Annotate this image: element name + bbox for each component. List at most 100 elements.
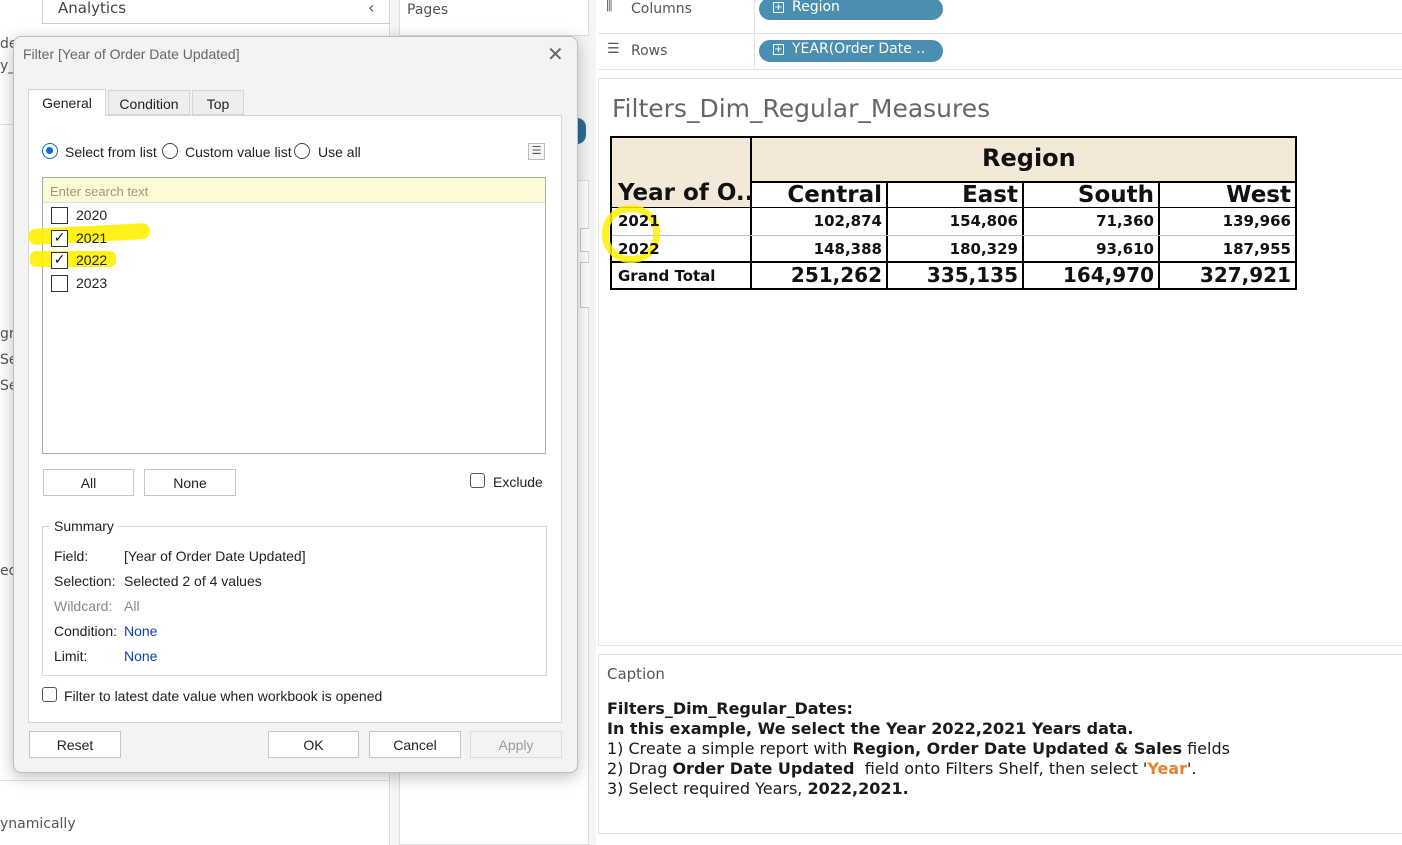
- columns-shelf[interactable]: [598, 0, 1402, 34]
- caption-emphasis: Region, Order Date Updated & Sales: [852, 739, 1182, 758]
- column-header-west: West: [1226, 182, 1291, 208]
- tab-top[interactable]: Top: [192, 90, 244, 115]
- tab-condition[interactable]: Condition: [108, 90, 190, 115]
- wildcard-value: All: [124, 598, 140, 614]
- list-menu-icon[interactable]: ☰: [528, 143, 545, 160]
- region-pill[interactable]: + Region: [759, 0, 943, 20]
- table-cell: 102,874: [813, 212, 882, 230]
- condition-label: Condition:: [54, 623, 118, 639]
- list-item-label[interactable]: 2021: [76, 230, 107, 246]
- card-edge: [580, 228, 589, 252]
- rows-shelf[interactable]: [598, 36, 1402, 70]
- exclude-label[interactable]: Exclude: [493, 474, 543, 490]
- region-header: Region: [982, 144, 1076, 172]
- columns-icon: ⫼: [606, 0, 613, 14]
- caption-text: fields: [1182, 739, 1230, 758]
- table-border: [1295, 136, 1297, 290]
- table-cell: 180,329: [949, 240, 1018, 258]
- none-button[interactable]: None: [144, 469, 236, 496]
- column-header-south: South: [1077, 182, 1154, 208]
- grand-total-cell: 327,921: [1199, 263, 1291, 287]
- selection-label: Selection:: [54, 573, 116, 589]
- condition-value-link[interactable]: None: [124, 623, 157, 639]
- row-separator: [612, 235, 1295, 236]
- ok-button[interactable]: OK: [268, 731, 359, 758]
- row-header: Year of O..: [618, 180, 754, 206]
- table-cell: 93,610: [1096, 240, 1154, 258]
- caption-heading: Filters_Dim_Regular_Dates:: [607, 699, 853, 718]
- rows-icon: ☰: [607, 41, 619, 57]
- table-border: [610, 288, 1297, 290]
- caption-line: 1) Create a simple report with Region, O…: [607, 739, 1230, 758]
- table-cell: 148,388: [813, 240, 882, 258]
- table-border: [750, 136, 752, 290]
- caption-line: In this example, We select the Year 2022…: [607, 719, 1133, 738]
- caption-text: field onto Filters Shelf, then select ': [854, 759, 1148, 778]
- tab-general[interactable]: General: [28, 89, 106, 116]
- caption-text: '.: [1186, 759, 1197, 778]
- caption-label: Caption: [607, 665, 665, 683]
- caption-emphasis: Order Date Updated: [672, 759, 855, 778]
- row-label-2022: 2022: [618, 240, 660, 258]
- limit-label: Limit:: [54, 648, 88, 664]
- divider: [0, 780, 390, 781]
- shelf-divider: [754, 0, 755, 70]
- column-header-east: East: [962, 182, 1018, 208]
- list-item-checkbox[interactable]: [51, 275, 68, 292]
- wildcard-label: Wildcard:: [54, 598, 113, 614]
- summary-title: Summary: [50, 518, 118, 534]
- table-cell: 187,955: [1222, 240, 1291, 258]
- sheet-title: Filters_Dim_Regular_Measures: [612, 94, 991, 123]
- use-all-radio[interactable]: [294, 143, 310, 159]
- year-pill[interactable]: + YEAR(Order Date ..: [759, 40, 943, 62]
- card-edge: [580, 262, 589, 308]
- caption-highlight: Year: [1147, 759, 1187, 778]
- caption-line: 3) Select required Years, 2022,2021.: [607, 779, 909, 798]
- list-item-checkbox[interactable]: ✓: [51, 230, 68, 247]
- limit-value-link[interactable]: None: [124, 648, 157, 664]
- use-all-label[interactable]: Use all: [318, 144, 361, 160]
- caption-emphasis: 2022,2021.: [807, 779, 909, 798]
- caption-text: 1) Create a simple report with: [607, 739, 853, 758]
- apply-button[interactable]: Apply: [470, 731, 562, 758]
- exclude-checkbox[interactable]: [470, 473, 485, 488]
- columns-shelf-label: Columns: [631, 1, 692, 17]
- year-pill-label: YEAR(Order Date ..: [792, 41, 926, 57]
- table-border: [610, 136, 1297, 138]
- reset-button[interactable]: Reset: [29, 731, 121, 758]
- table-cell: 71,360: [1096, 212, 1154, 230]
- custom-value-list-radio[interactable]: [162, 143, 178, 159]
- all-button[interactable]: All: [43, 469, 134, 496]
- caption-text: 3) Select required Years,: [607, 779, 808, 798]
- select-from-list-radio[interactable]: [42, 143, 58, 159]
- expand-plus-icon[interactable]: +: [773, 44, 784, 55]
- values-list: [42, 177, 546, 454]
- column-header-central: Central: [787, 182, 882, 208]
- table-cell: 139,966: [1222, 212, 1291, 230]
- caption-line: Filters_Dim_Regular_Dates:: [607, 699, 853, 718]
- custom-value-list-label[interactable]: Custom value list: [185, 144, 292, 160]
- list-item-label[interactable]: 2023: [76, 275, 107, 291]
- field-label: Field:: [54, 548, 89, 564]
- select-from-list-label[interactable]: Select from list: [65, 144, 157, 160]
- latest-date-checkbox[interactable]: [42, 687, 57, 702]
- caption-text: 2) Drag: [607, 759, 673, 778]
- latest-date-label[interactable]: Filter to latest date value when workboo…: [64, 688, 382, 704]
- cancel-button[interactable]: Cancel: [369, 731, 461, 758]
- list-item-checkbox[interactable]: ✓: [51, 252, 68, 269]
- expand-plus-icon[interactable]: +: [773, 2, 784, 13]
- grand-total-cell: 251,262: [790, 263, 882, 287]
- table-cell: 154,806: [949, 212, 1018, 230]
- pages-card-label: Pages: [407, 2, 449, 18]
- list-item-label[interactable]: 2020: [76, 207, 107, 223]
- close-icon[interactable]: ✕: [547, 42, 564, 66]
- list-item-checkbox[interactable]: [51, 207, 68, 224]
- region-pill-label: Region: [792, 0, 840, 15]
- analytics-tab-label: Analytics: [58, 0, 127, 17]
- list-item-label[interactable]: 2022: [76, 252, 107, 268]
- rows-shelf-label: Rows: [631, 43, 668, 59]
- selection-value: Selected 2 of 4 values: [124, 573, 262, 589]
- dialog-title: Filter [Year of Order Date Updated]: [23, 46, 240, 62]
- collapse-chevron-icon[interactable]: ‹: [368, 0, 374, 17]
- search-input[interactable]: [50, 181, 530, 201]
